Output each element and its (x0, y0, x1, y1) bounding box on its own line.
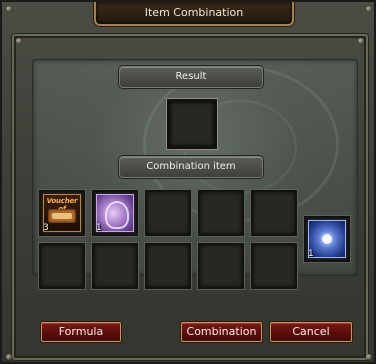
result-label: Result (119, 66, 263, 88)
combination-slot-8[interactable] (145, 243, 191, 289)
frame-rivet (366, 354, 372, 360)
combination-slot-9[interactable] (198, 243, 244, 289)
item-quantity: 1 (96, 223, 102, 233)
formula-button[interactable]: Formula (41, 322, 121, 342)
frame-rivet (6, 6, 12, 12)
combination-slot-6[interactable] (39, 243, 85, 289)
combination-slot-1[interactable]: Voucher of 3 (39, 190, 85, 236)
window-title: Item Combination (94, 2, 294, 26)
combination-button[interactable]: Combination (181, 322, 262, 342)
combination-slot-4[interactable] (198, 190, 244, 236)
combination-slot-10[interactable] (251, 243, 297, 289)
item-quantity: 3 (43, 223, 49, 233)
frame-rivet (366, 6, 372, 12)
frame-rivet (16, 38, 22, 44)
combination-slot-3[interactable] (145, 190, 191, 236)
result-slot[interactable] (167, 99, 217, 149)
cancel-button[interactable]: Cancel (270, 322, 352, 342)
frame-rivet (358, 38, 364, 44)
combination-item-label: Combination item (119, 156, 263, 178)
material-slot[interactable]: 1 (304, 216, 350, 262)
frame-rivet (6, 354, 12, 360)
combination-slot-7[interactable] (92, 243, 138, 289)
item-quantity: 1 (308, 249, 314, 259)
item-combination-window: Item Combination Result Combination item… (0, 0, 376, 364)
combination-slot-5[interactable] (251, 190, 297, 236)
combination-slot-2[interactable]: 1 (92, 190, 138, 236)
